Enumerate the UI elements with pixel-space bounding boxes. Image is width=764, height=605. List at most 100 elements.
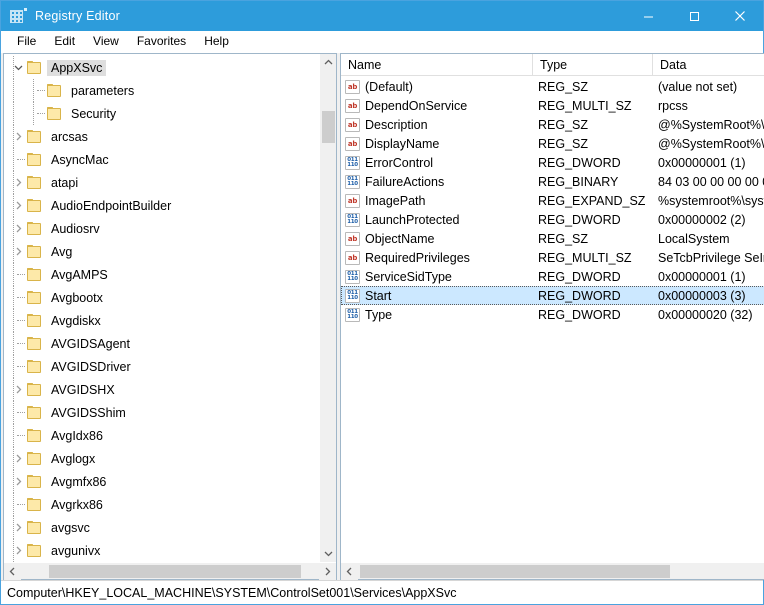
tree-connector: [30, 79, 46, 102]
scroll-down-icon[interactable]: [319, 545, 336, 562]
value-row[interactable]: 011 110 FailureActions REG_BINARY 84 03 00 0…: [341, 172, 764, 191]
value-row[interactable]: ab DependOnService REG_MULTI_SZ rpcss: [341, 96, 764, 115]
column-header-name[interactable]: Name: [341, 54, 533, 75]
tree-item[interactable]: Avgbootx: [4, 286, 319, 309]
registry-icon: [10, 8, 27, 24]
value-row[interactable]: 011 110 Start REG_DWORD 0x00000003 (3): [341, 286, 764, 305]
tree-item[interactable]: Audiosrv: [4, 217, 319, 240]
list-horizontal-scrollbar[interactable]: [341, 562, 764, 580]
value-row[interactable]: 011 110 LaunchProtected REG_DWORD 0x00000002…: [341, 210, 764, 229]
value-row[interactable]: ab Description REG_SZ @%SystemRoot%\sy: [341, 115, 764, 134]
value-type: REG_SZ: [538, 136, 589, 151]
tree-guide-line: [13, 470, 14, 493]
tree-item[interactable]: Security: [4, 102, 319, 125]
tree-item-label: arcsas: [51, 129, 88, 144]
tree-item[interactable]: AsyncMac: [4, 148, 319, 171]
menu-view[interactable]: View: [84, 32, 128, 51]
menu-favorites[interactable]: Favorites: [128, 32, 195, 51]
tree-item-label: Audiosrv: [51, 221, 100, 236]
value-type: REG_DWORD: [538, 212, 621, 227]
tree-item[interactable]: Avgdiskx: [4, 309, 319, 332]
value-name: DisplayName: [365, 136, 440, 151]
folder-icon: [26, 405, 42, 420]
value-data: 0x00000002 (2): [658, 212, 746, 227]
tree-item-label: AvgAMPS: [51, 267, 108, 282]
dword-value-icon: 011 110: [345, 269, 360, 284]
tree-item[interactable]: AvgIdx86: [4, 424, 319, 447]
folder-icon: [26, 428, 42, 443]
value-data: 0x00000001 (1): [658, 269, 746, 284]
column-header-data[interactable]: Data: [653, 54, 764, 75]
registry-values-pane: Name Type Data ab (Default) REG_SZ (value n…: [340, 53, 764, 580]
tree-connector: [10, 401, 26, 424]
tree-item-label: AvgIdx86: [51, 428, 103, 443]
tree-guide-line: [13, 447, 14, 470]
tree-item[interactable]: avgsvc: [4, 516, 319, 539]
registry-values-list: ab (Default) REG_SZ (value not set) ab Depend…: [341, 76, 764, 562]
tree-scroll-area: AppXSvc parameters Security arcsas AsyncMac a…: [4, 54, 319, 562]
tree-item[interactable]: Avglogx: [4, 447, 319, 470]
minimize-button[interactable]: [625, 1, 671, 31]
menu-file[interactable]: File: [8, 32, 45, 51]
tree-item[interactable]: Avgmfx86: [4, 470, 319, 493]
folder-icon: [26, 152, 42, 167]
folder-icon: [26, 244, 42, 259]
tree-item[interactable]: Avg: [4, 240, 319, 263]
value-data: %systemroot%\syst: [658, 193, 764, 208]
close-button[interactable]: [717, 1, 763, 31]
tree-item[interactable]: parameters: [4, 79, 319, 102]
value-type: REG_DWORD: [538, 307, 621, 322]
value-type: REG_BINARY: [538, 174, 619, 189]
value-name: Start: [365, 288, 392, 303]
tree-item[interactable]: arcsas: [4, 125, 319, 148]
tree-horizontal-scrollbar[interactable]: [4, 562, 336, 580]
string-value-icon: ab: [345, 79, 360, 94]
tree-item[interactable]: AudioEndpointBuilder: [4, 194, 319, 217]
value-row[interactable]: ab RequiredPrivileges REG_MULTI_SZ SeTcbPri…: [341, 248, 764, 267]
string-value-icon: ab: [345, 98, 360, 113]
tree-item[interactable]: AvgAMPS: [4, 263, 319, 286]
value-row[interactable]: ab ImagePath REG_EXPAND_SZ %systemroot%\sys…: [341, 191, 764, 210]
value-row[interactable]: ab (Default) REG_SZ (value not set): [341, 77, 764, 96]
value-type: REG_DWORD: [538, 269, 621, 284]
tree-item[interactable]: Avgrkx86: [4, 493, 319, 516]
list-header: Name Type Data: [341, 54, 764, 76]
list-hscroll-thumb[interactable]: [360, 564, 670, 578]
tree-vertical-scrollbar[interactable]: [319, 54, 336, 562]
value-row[interactable]: ab DisplayName REG_SZ @%SystemRoot%\sy: [341, 134, 764, 153]
tree-item[interactable]: AVGIDSShim: [4, 401, 319, 424]
tree-item[interactable]: AppXSvc: [4, 56, 319, 79]
tree-item[interactable]: AVGIDSDriver: [4, 355, 319, 378]
tree-viewport: AppXSvc parameters Security arcsas AsyncMac a…: [4, 54, 336, 562]
tree-item-label: AudioEndpointBuilder: [51, 198, 172, 213]
maximize-button[interactable]: [671, 1, 717, 31]
scroll-left-icon[interactable]: [341, 562, 358, 580]
tree-scroll-track[interactable]: [320, 71, 337, 545]
tree-scroll-thumb[interactable]: [321, 111, 335, 143]
menu-help[interactable]: Help: [195, 32, 238, 51]
list-hscroll-track[interactable]: [358, 563, 764, 580]
tree-item-label: AVGIDSDriver: [51, 359, 131, 374]
column-header-type[interactable]: Type: [533, 54, 653, 75]
registry-tree: AppXSvc parameters Security arcsas AsyncMac a…: [4, 54, 319, 562]
tree-hscroll-thumb[interactable]: [49, 564, 301, 578]
value-row[interactable]: ab ObjectName REG_SZ LocalSystem: [341, 229, 764, 248]
scroll-left-icon[interactable]: [4, 562, 21, 580]
tree-item[interactable]: avgunivx: [4, 539, 319, 562]
tree-item[interactable]: AVGIDSAgent: [4, 332, 319, 355]
tree-item[interactable]: AVGIDSHX: [4, 378, 319, 401]
folder-icon: [26, 267, 42, 282]
scroll-right-icon[interactable]: [319, 562, 336, 580]
scroll-up-icon[interactable]: [319, 54, 336, 71]
folder-icon: [26, 290, 42, 305]
menubar: File Edit View Favorites Help: [1, 31, 763, 53]
value-row[interactable]: 011 110 ServiceSidType REG_DWORD 0x00000001 …: [341, 267, 764, 286]
menu-edit[interactable]: Edit: [45, 32, 84, 51]
registry-editor-window: Registry Editor File Edit View Favorites…: [0, 0, 764, 605]
tree-hscroll-track[interactable]: [21, 563, 319, 580]
value-row[interactable]: 011 110 ErrorControl REG_DWORD 0x00000001 (1…: [341, 153, 764, 172]
folder-icon: [46, 106, 62, 121]
tree-item[interactable]: atapi: [4, 171, 319, 194]
value-type: REG_DWORD: [538, 288, 621, 303]
value-row[interactable]: 011 110 Type REG_DWORD 0x00000020 (32): [341, 305, 764, 324]
